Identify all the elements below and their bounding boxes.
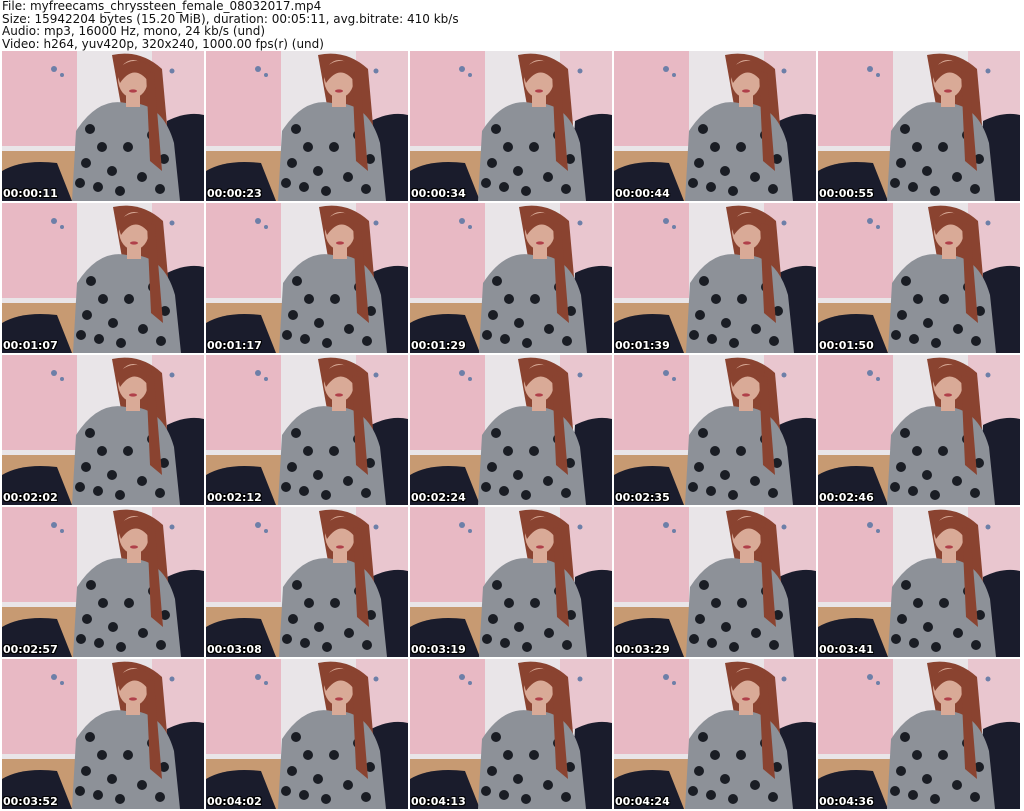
video-frame-image [818,659,1020,809]
thumbnail-timestamp: 00:01:07 [3,339,58,352]
video-frame-image [614,51,816,201]
video-thumbnail: 00:03:08 [206,507,408,657]
video-frame-image [614,659,816,809]
video-frame-image [206,203,408,353]
video-thumbnail: 00:04:36 [818,659,1020,809]
video-thumbnail: 00:02:57 [2,507,204,657]
thumbnail-timestamp: 00:02:02 [3,491,58,504]
video-thumbnail: 00:03:19 [410,507,612,657]
video-thumbnail: 00:02:35 [614,355,816,505]
thumbnail-timestamp: 00:00:34 [411,187,466,200]
video-frame-image [614,203,816,353]
video-frame-image [2,203,204,353]
video-thumbnail: 00:01:29 [410,203,612,353]
thumbnail-timestamp: 00:04:13 [411,795,466,808]
thumbnail-timestamp: 00:03:19 [411,643,466,656]
video-frame-image [818,507,1020,657]
video-thumbnail: 00:00:55 [818,51,1020,201]
video-info-line: Video: h264, yuv420p, 320x240, 1000.00 f… [2,36,324,51]
thumbnail-timestamp: 00:02:57 [3,643,58,656]
thumbnail-timestamp: 00:03:08 [207,643,262,656]
thumbnail-timestamp: 00:02:24 [411,491,466,504]
video-frame-image [206,51,408,201]
video-thumbnail: 00:04:13 [410,659,612,809]
thumbnail-timestamp: 00:03:29 [615,643,670,656]
video-frame-image [410,355,612,505]
video-thumbnail: 00:00:34 [410,51,612,201]
thumbnail-timestamp: 00:00:23 [207,187,262,200]
video-frame-image [2,355,204,505]
video-thumbnail: 00:00:23 [206,51,408,201]
thumbnail-timestamp: 00:02:35 [615,491,670,504]
thumbnail-timestamp: 00:04:02 [207,795,262,808]
video-thumbnail: 00:03:41 [818,507,1020,657]
video-thumbnail: 00:02:02 [2,355,204,505]
thumbnail-timestamp: 00:02:12 [207,491,262,504]
video-thumbnail: 00:00:11 [2,51,204,201]
video-frame-image [614,355,816,505]
video-thumbnail: 00:00:44 [614,51,816,201]
video-frame-image [2,51,204,201]
audio-info-line: Audio: mp3, 16000 Hz, mono, 24 kb/s (und… [2,24,266,39]
thumbnail-timestamp: 00:00:11 [3,187,58,200]
video-thumbnail: 00:02:12 [206,355,408,505]
thumbnail-timestamp: 00:03:52 [3,795,58,808]
video-thumbnail: 00:03:52 [2,659,204,809]
video-frame-image [410,203,612,353]
thumbnail-timestamp: 00:02:46 [819,491,874,504]
video-thumbnail: 00:01:39 [614,203,816,353]
thumbnail-grid: 00:00:11 00:00:23 00:00:34 00:00:44 00:00:55… [2,51,1020,809]
thumbnail-timestamp: 00:01:39 [615,339,670,352]
video-frame-image [410,659,612,809]
thumbnail-timestamp: 00:01:29 [411,339,466,352]
video-thumbnail: 00:01:50 [818,203,1020,353]
thumbnail-timestamp: 00:04:36 [819,795,874,808]
video-frame-image [206,507,408,657]
thumbnail-timestamp: 00:01:50 [819,339,874,352]
video-frame-image [818,203,1020,353]
video-frame-image [818,355,1020,505]
video-frame-image [818,51,1020,201]
video-frame-image [206,355,408,505]
thumbnail-timestamp: 00:03:41 [819,643,874,656]
thumbnail-timestamp: 00:04:24 [615,795,670,808]
thumbnail-timestamp: 00:00:44 [615,187,670,200]
video-thumbnail: 00:02:46 [818,355,1020,505]
video-frame-image [410,507,612,657]
video-thumbnail: 00:03:29 [614,507,816,657]
video-frame-image [2,659,204,809]
video-thumbnail: 00:04:24 [614,659,816,809]
video-thumbnail: 00:01:07 [2,203,204,353]
video-frame-image [614,507,816,657]
file-name-line: File: myfreecams_chryssteen_female_08032… [2,0,322,13]
file-info-header: File: myfreecams_chryssteen_female_08032… [2,0,459,50]
video-frame-image [206,659,408,809]
thumbnail-timestamp: 00:01:17 [207,339,262,352]
video-thumbnail: 00:04:02 [206,659,408,809]
video-frame-image [2,507,204,657]
video-thumbnail: 00:01:17 [206,203,408,353]
video-thumbnail: 00:02:24 [410,355,612,505]
thumbnail-timestamp: 00:00:55 [819,187,874,200]
video-frame-image [410,51,612,201]
